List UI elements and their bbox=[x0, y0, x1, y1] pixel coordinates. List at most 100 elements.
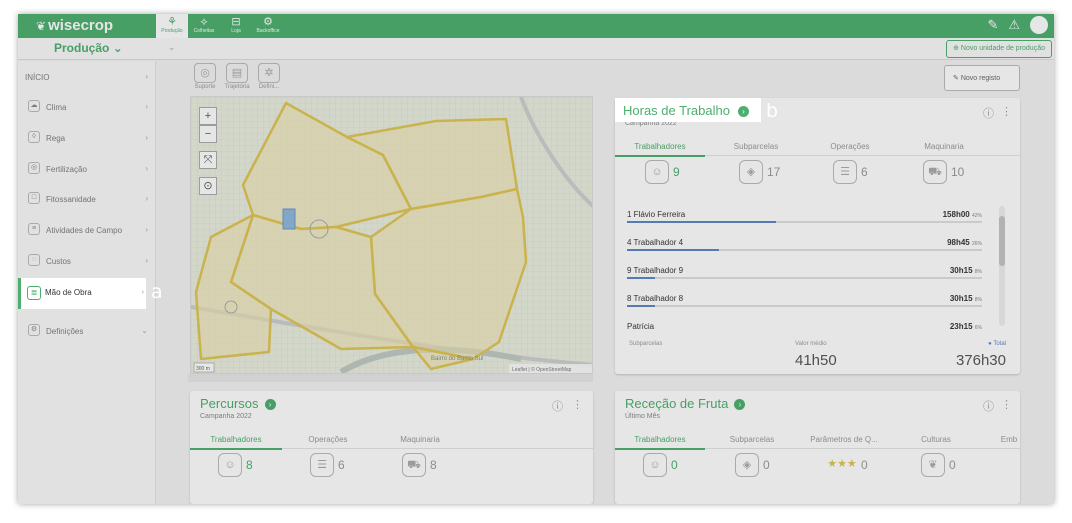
sidebar-item-atividades[interactable]: ≡ Atividades de Campo › bbox=[18, 216, 156, 244]
tab-parametros[interactable]: Parâmetros de Q... bbox=[799, 435, 889, 444]
sidebar-item-clima[interactable]: ☁ Clima › bbox=[18, 93, 156, 121]
worker-name: Patrícia bbox=[627, 322, 655, 331]
edit-icon[interactable]: ✎ bbox=[987, 17, 998, 33]
tractor-icon: ⛟ bbox=[402, 453, 426, 477]
warning-icon[interactable]: ⚠ bbox=[1008, 17, 1020, 33]
sidebar-item-rega[interactable]: ◊ Rega › bbox=[18, 124, 156, 152]
nav-producao[interactable]: ⚘ Produção bbox=[156, 14, 188, 38]
tab-maquinaria[interactable]: Maquinaria bbox=[374, 435, 466, 444]
chevron-right-icon: › bbox=[145, 102, 148, 111]
info-icon[interactable]: ⓘ bbox=[552, 398, 563, 414]
average-hours: 41h50 bbox=[795, 352, 837, 369]
workers-count[interactable]: ☺ 0 bbox=[643, 453, 678, 481]
fullscreen-icon[interactable]: ⤧ bbox=[199, 151, 217, 169]
zoom-out-button[interactable]: − bbox=[199, 125, 217, 143]
zoom-in-button[interactable]: + bbox=[199, 107, 217, 125]
card-subtitle: Último Mês bbox=[625, 413, 661, 420]
tab-trabalhadores[interactable]: Trabalhadores bbox=[190, 435, 282, 450]
sidebar-item-inicio[interactable]: INÍCIO › bbox=[18, 63, 156, 91]
nav-backoffice[interactable]: ⚙ Backoffice bbox=[252, 14, 284, 38]
production-selector[interactable]: Produção ⌄ bbox=[54, 41, 123, 55]
hours-bar bbox=[627, 221, 982, 223]
tool-trajetoria[interactable]: ▤ Trajetória bbox=[222, 63, 252, 90]
tab-trabalhadores[interactable]: Trabalhadores bbox=[615, 142, 705, 157]
info-icon[interactable]: ⓘ bbox=[983, 105, 994, 121]
tab-trabalhadores[interactable]: Trabalhadores bbox=[615, 435, 705, 450]
new-record-label: Novo registo bbox=[960, 75, 1001, 82]
sidebar-item-custos[interactable]: ◌ Custos › bbox=[18, 247, 156, 275]
wisecrop-logo[interactable]: ❦ wisecrop bbox=[36, 17, 113, 34]
tab-operacoes[interactable]: Operações bbox=[805, 142, 895, 151]
tool-suporte[interactable]: ◎ Suporte bbox=[190, 63, 220, 90]
worker-name: 9 Trabalhador 9 bbox=[627, 266, 684, 275]
info-icon[interactable]: ⓘ bbox=[983, 398, 994, 414]
chevron-right-icon: › bbox=[145, 256, 148, 265]
more-vertical-icon[interactable]: ⋮ bbox=[1001, 105, 1012, 118]
nav-colheitas[interactable]: ⟡ Colheitas bbox=[188, 14, 220, 38]
worker-row[interactable]: 9 Trabalhador 9 30h15 8% bbox=[627, 266, 982, 294]
chevron-right-icon: › bbox=[145, 164, 148, 173]
collapse-chevron-icon[interactable]: ⌄ bbox=[168, 42, 176, 53]
worker-hat-icon: ☺ bbox=[218, 453, 242, 477]
parcel-icon: ◈ bbox=[735, 453, 759, 477]
tab-maquinaria[interactable]: Maquinaria bbox=[899, 142, 989, 151]
top-right-tools: ✎ ⚠ bbox=[987, 16, 1048, 34]
tab-culturas[interactable]: Culturas bbox=[891, 435, 981, 444]
tab-subparcelas[interactable]: Subparcelas bbox=[711, 142, 801, 151]
pencil-icon: ✎ bbox=[953, 75, 959, 82]
operations-count[interactable]: ☰ 6 bbox=[310, 453, 345, 481]
worker-name: 4 Trabalhador 4 bbox=[627, 238, 684, 247]
tool-definicoes[interactable]: ✲ Defini... bbox=[254, 63, 284, 90]
cultures-count[interactable]: ❦ 0 bbox=[921, 453, 956, 481]
worker-row[interactable]: 8 Trabalhador 8 30h15 8% bbox=[627, 294, 982, 322]
scrollbar-thumb[interactable] bbox=[999, 216, 1005, 266]
stars-icon: ★★★ bbox=[827, 458, 857, 470]
hours-bar-fill bbox=[627, 249, 720, 251]
worker-row[interactable]: Patrícia 23h15 6% bbox=[627, 322, 982, 332]
avatar[interactable] bbox=[1030, 16, 1048, 34]
workers-count[interactable]: ☺ 8 bbox=[218, 453, 253, 481]
map[interactable]: Bairro do Barrio Sul 300 m Leaflet | © O… bbox=[190, 96, 593, 374]
worker-icon: ≣ bbox=[27, 286, 41, 300]
nav-label: Produção bbox=[161, 28, 183, 34]
locate-icon[interactable]: ⊙ bbox=[199, 177, 217, 195]
hours-bar-fill bbox=[627, 221, 777, 223]
operations-count[interactable]: ☰ 6 bbox=[833, 160, 868, 188]
machinery-count[interactable]: ⛟ 10 bbox=[923, 160, 964, 188]
tab-operacoes[interactable]: Operações bbox=[282, 435, 374, 444]
more-vertical-icon[interactable]: ⋮ bbox=[1001, 398, 1012, 411]
tab-embalagens[interactable]: Emb bbox=[989, 435, 1029, 444]
count-value: 0 bbox=[861, 458, 868, 472]
tool-label: Trajetória bbox=[224, 84, 250, 90]
card-title[interactable]: Percursos › bbox=[200, 396, 276, 411]
more-vertical-icon[interactable]: ⋮ bbox=[572, 398, 583, 411]
machinery-count[interactable]: ⛟ 8 bbox=[402, 453, 437, 481]
hours-bar bbox=[627, 249, 982, 251]
sidebar-item-definicoes[interactable]: ⚙ Definições ⌄ bbox=[18, 317, 156, 345]
arrow-right-icon: › bbox=[734, 399, 746, 410]
worker-hours: 23h15 6% bbox=[950, 322, 982, 331]
subparcels-count[interactable]: ◈ 0 bbox=[735, 453, 770, 481]
quality-count[interactable]: ★★★ 0 bbox=[827, 453, 868, 481]
worker-hat-icon: ☺ bbox=[645, 160, 669, 184]
hours-percent: 26% bbox=[971, 241, 982, 247]
new-unit-button[interactable]: ⊕ Novo unidade de produção bbox=[946, 40, 1052, 58]
count-value: 9 bbox=[673, 165, 680, 179]
tab-subparcelas[interactable]: Subparcelas bbox=[707, 435, 797, 444]
card-title[interactable]: Receção de Fruta › bbox=[625, 396, 746, 411]
nav-loja[interactable]: ⊟ Loja bbox=[220, 14, 252, 38]
cloud-icon: ☁ bbox=[28, 100, 40, 112]
gear-icon: ⚙ bbox=[28, 324, 40, 336]
list-scrollbar[interactable] bbox=[999, 206, 1005, 326]
subparcels-count[interactable]: ◈ 17 bbox=[739, 160, 780, 188]
worker-row[interactable]: 1 Flávio Ferreira 158h00 42% bbox=[627, 210, 982, 238]
workers-count[interactable]: ☺ 9 bbox=[645, 160, 680, 188]
sidebar-item-fertilizacao[interactable]: ◎ Fertilização › bbox=[18, 155, 156, 183]
highlight-horas-title[interactable]: Horas de Trabalho › bbox=[615, 98, 761, 122]
worker-row[interactable]: 4 Trabalhador 4 98h45 26% bbox=[627, 238, 982, 266]
sidebar-item-mao-de-obra[interactable]: ≣ Mão de Obra › bbox=[18, 278, 146, 309]
nav-label: Colheitas bbox=[193, 28, 215, 34]
sidebar-item-fitossanidade[interactable]: □ Fitossanidade › bbox=[18, 185, 156, 213]
sidebar-item-label: Custos bbox=[46, 257, 71, 266]
new-record-button[interactable]: ✎ Novo registo bbox=[944, 65, 1020, 91]
